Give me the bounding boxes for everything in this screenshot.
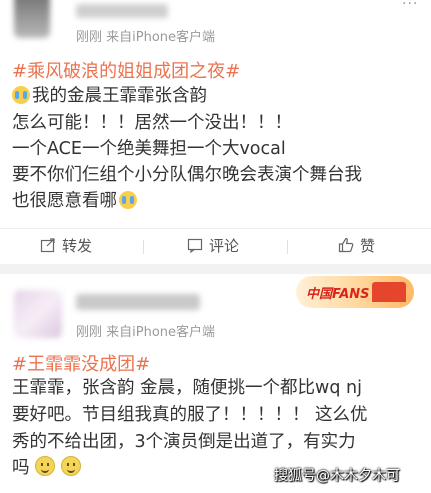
repost-button[interactable]: 转发 bbox=[40, 235, 92, 256]
watermark: 搜狐号@木木夕木可 bbox=[274, 468, 400, 484]
feed-gap bbox=[0, 264, 431, 274]
more-options-icon[interactable]: ··· bbox=[402, 0, 418, 12]
username-redacted[interactable] bbox=[76, 294, 200, 310]
post-text-line: 要好吧。节目组我真的服了！！！！！ 这么优 bbox=[12, 405, 368, 425]
fan-badge: 中国FANS bbox=[296, 276, 414, 308]
separator bbox=[143, 240, 144, 254]
topic-tag[interactable]: #乘风破浪的姐姐成团之夜# bbox=[12, 57, 240, 83]
post-text-line: 要不你们仨组个小分队偶尔晚会表演个舞台我 bbox=[12, 165, 362, 185]
post-meta: 刚刚 来自iPhone客户端 bbox=[76, 30, 216, 45]
smile-emoji-icon bbox=[61, 456, 82, 476]
avatar[interactable] bbox=[14, 290, 62, 338]
crying-emoji-icon bbox=[119, 191, 137, 209]
comment-button[interactable]: 评论 bbox=[187, 235, 239, 256]
separator bbox=[287, 240, 288, 254]
post-text-line: 一个ACE一个绝美舞担一个大vocal bbox=[12, 139, 286, 159]
repost-icon bbox=[40, 238, 55, 253]
post-text-line: 秀的不给出团，3个演员倒是出道了，有实力 bbox=[12, 432, 356, 452]
thumbs-up-icon bbox=[338, 237, 354, 253]
username-redacted[interactable] bbox=[76, 4, 168, 18]
comment-icon bbox=[187, 238, 203, 254]
post-text-line: 怎么可能！！！居然一个没出！！！ bbox=[12, 113, 292, 133]
smile-emoji-icon bbox=[35, 456, 56, 476]
divider bbox=[0, 228, 431, 229]
post-text-line: 吗 bbox=[12, 456, 83, 481]
post-text-line: 我的金晨王霏霏张含韵 bbox=[12, 84, 207, 109]
avatar[interactable] bbox=[14, 0, 50, 38]
gate-icon bbox=[372, 282, 406, 302]
post-meta: 刚刚 来自iPhone客户端 bbox=[76, 325, 216, 340]
post-text-line: 王霏霏，张含韵 金晨，随便挑一个都比wq nj bbox=[12, 378, 362, 398]
topic-tag[interactable]: #王霏霏没成团# bbox=[12, 350, 150, 376]
badge-label: 中国FANS bbox=[306, 287, 370, 302]
like-button[interactable]: 赞 bbox=[338, 235, 375, 256]
crying-emoji-icon bbox=[12, 86, 30, 104]
post-text-line: 也很愿意看哪 bbox=[12, 189, 139, 214]
